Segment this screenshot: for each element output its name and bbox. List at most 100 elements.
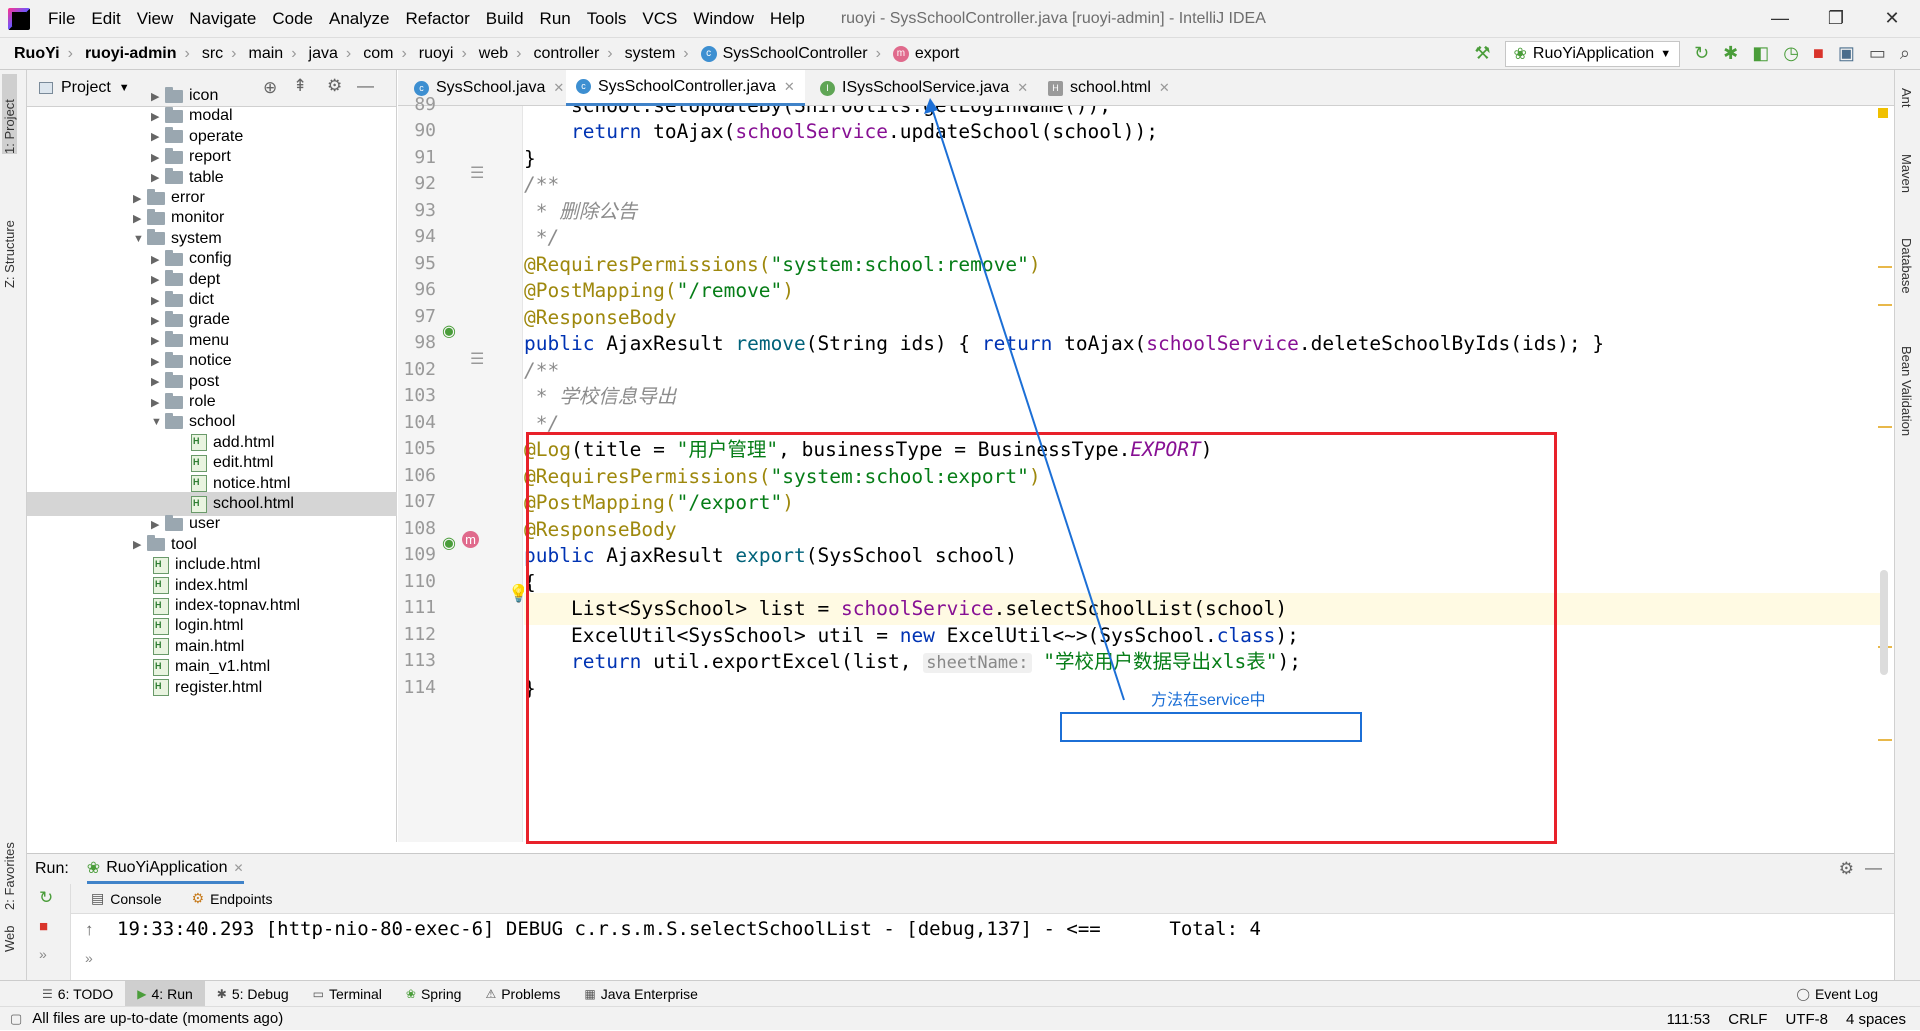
chevron-right-icon[interactable]: ▶	[151, 151, 165, 164]
breadcrumb-web[interactable]: web ›	[473, 45, 528, 63]
event-log-tool-tab[interactable]: ◯ Event Log	[1785, 981, 1891, 1007]
web-tool-tab[interactable]: Web	[2, 912, 17, 953]
inspection-status-icon[interactable]	[1878, 108, 1888, 118]
chevron-right-icon[interactable]: ▶	[133, 192, 147, 205]
run-config-tab[interactable]: ❀ RuoYiApplication ✕	[86, 854, 244, 884]
favorites-tool-tab[interactable]: 2: Favorites	[2, 800, 17, 910]
debug-bug-icon[interactable]: ✱	[1723, 43, 1738, 64]
breadcrumb-class[interactable]: c SysSchoolController ›	[695, 45, 887, 63]
debug-tool-tab[interactable]: ✱ 5: Debug	[205, 981, 301, 1007]
close-icon[interactable]: ✕	[1864, 0, 1920, 37]
bean-validation-tool-tab[interactable]: Bean Validation	[1899, 346, 1914, 436]
project-tool-tab[interactable]: 1: Project	[2, 74, 17, 154]
project-structure-icon[interactable]: ▣	[1838, 43, 1855, 64]
console-output[interactable]: 19:33:40.293 [http-nio-80-exec-6] DEBUG …	[117, 914, 1857, 948]
breadcrumb-system[interactable]: system ›	[619, 45, 695, 63]
chevron-right-icon[interactable]: ▶	[151, 375, 165, 388]
chevron-right-icon[interactable]: ▶	[151, 110, 165, 123]
chevron-right-icon[interactable]: ▶	[151, 253, 165, 266]
close-tab-icon[interactable]: ✕	[1159, 80, 1170, 96]
scroll-up-icon[interactable]: ↑	[85, 920, 94, 940]
rerun-icon[interactable]: ↻	[1694, 43, 1709, 64]
breadcrumb-ruoyi[interactable]: RuoYi ›	[0, 45, 79, 63]
problems-tool-tab[interactable]: ⚠ Problems	[473, 981, 572, 1007]
minimize-icon[interactable]: —	[1752, 0, 1808, 37]
breadcrumb-method[interactable]: m export	[887, 45, 965, 63]
terminal-tool-tab[interactable]: ▭ Terminal	[301, 981, 394, 1007]
breadcrumb-ruoyi-admin[interactable]: ruoyi-admin ›	[79, 45, 196, 63]
chevron-right-icon[interactable]: ▶	[151, 355, 165, 368]
close-tab-icon[interactable]: ✕	[553, 80, 564, 96]
chevron-right-icon[interactable]: ▶	[133, 538, 147, 551]
breadcrumb-com[interactable]: com ›	[357, 45, 413, 63]
chevron-right-icon[interactable]: ▶	[151, 90, 165, 103]
menu-build[interactable]: Build	[478, 9, 532, 29]
breadcrumb-ruoyi-pkg[interactable]: ruoyi ›	[413, 45, 473, 63]
expand-icon[interactable]: »	[39, 946, 47, 962]
profile-icon[interactable]: ◷	[1783, 43, 1799, 64]
menu-vcs[interactable]: VCS	[634, 9, 685, 29]
tab-isysschoolservice-java[interactable]: I ISysSchoolService.java ✕	[810, 70, 1038, 106]
file-encoding[interactable]: UTF-8	[1785, 1011, 1828, 1028]
run-tool-tab[interactable]: ▶ 4: Run	[125, 980, 205, 1007]
gear-icon[interactable]: ⚙	[1839, 859, 1854, 879]
spring-bean-icon[interactable]: ◉	[442, 321, 456, 341]
menu-navigate[interactable]: Navigate	[181, 9, 264, 29]
breadcrumb-src[interactable]: src ›	[196, 45, 243, 63]
breadcrumb-controller[interactable]: controller ›	[527, 45, 618, 63]
search-icon[interactable]: ⌕	[1900, 43, 1910, 64]
layout-icon[interactable]: ▭	[1869, 43, 1886, 64]
editor-scrollbar[interactable]	[1880, 570, 1888, 675]
hammer-build-icon[interactable]: ⚒	[1474, 43, 1490, 64]
ant-tool-tab[interactable]: Ant	[1899, 88, 1914, 108]
method-icon[interactable]: m	[462, 531, 479, 548]
menu-help[interactable]: Help	[762, 9, 813, 29]
fold-icon[interactable]: ☰	[470, 163, 484, 183]
stop-icon[interactable]: ■	[1813, 43, 1824, 64]
menu-edit[interactable]: Edit	[83, 9, 128, 29]
expand-icon[interactable]: »	[85, 950, 93, 966]
chevron-down-icon[interactable]: ▼	[119, 82, 130, 94]
chevron-right-icon[interactable]: ▶	[151, 314, 165, 327]
rerun-icon[interactable]: ↻	[39, 888, 53, 908]
stop-icon[interactable]: ■	[39, 918, 48, 935]
console-tab[interactable]: Console	[110, 891, 161, 907]
chevron-right-icon[interactable]: ▶	[151, 273, 165, 286]
endpoints-tab[interactable]: Endpoints	[210, 891, 272, 907]
hide-icon[interactable]: —	[1865, 858, 1882, 878]
menu-analyze[interactable]: Analyze	[321, 9, 397, 29]
menu-code[interactable]: Code	[264, 9, 321, 29]
chevron-right-icon[interactable]: ▶	[151, 130, 165, 143]
collapse-all-icon[interactable]: ⇞	[293, 76, 307, 96]
structure-tool-tab[interactable]: Z: Structure	[2, 178, 17, 288]
close-tab-icon[interactable]: ✕	[784, 79, 795, 95]
run-configuration-select[interactable]: ❀ RuoYiApplication ▼	[1504, 40, 1681, 67]
chevron-right-icon[interactable]: ▶	[133, 212, 147, 225]
todo-tool-tab[interactable]: ☰ 6: TODO	[30, 981, 125, 1007]
chevron-right-icon[interactable]: ▶	[151, 396, 165, 409]
menu-refactor[interactable]: Refactor	[397, 9, 477, 29]
tab-sysschoolcontroller-java[interactable]: c SysSchoolController.java ✕	[566, 70, 805, 106]
menu-file[interactable]: File	[40, 9, 83, 29]
status-message[interactable]: All files are up-to-date (moments ago)	[32, 1010, 283, 1027]
chevron-down-icon[interactable]: ▼	[151, 416, 165, 428]
maven-tool-tab[interactable]: Maven	[1899, 154, 1914, 193]
menu-view[interactable]: View	[129, 9, 182, 29]
chevron-right-icon[interactable]: ▶	[151, 171, 165, 184]
menu-window[interactable]: Window	[685, 9, 761, 29]
caret-position[interactable]: 111:53	[1667, 1011, 1711, 1028]
close-tab-icon[interactable]: ✕	[1017, 80, 1028, 96]
chevron-right-icon[interactable]: ▶	[151, 518, 165, 531]
menu-tools[interactable]: Tools	[579, 9, 635, 29]
tab-school-html[interactable]: Hschool.html ✕	[1038, 70, 1180, 106]
project-title[interactable]: Project	[61, 79, 111, 97]
locate-icon[interactable]: ⊕	[263, 78, 277, 98]
fold-icon[interactable]: ☰	[470, 349, 484, 369]
gear-icon[interactable]: ⚙	[327, 76, 342, 96]
spring-bean-icon[interactable]: ◉	[442, 533, 456, 553]
line-separator[interactable]: CRLF	[1728, 1011, 1767, 1028]
database-tool-tab[interactable]: Database	[1899, 238, 1914, 294]
hide-icon[interactable]: —	[357, 76, 374, 96]
coverage-icon[interactable]: ◧	[1752, 43, 1769, 64]
indent-setting[interactable]: 4 spaces	[1846, 1011, 1906, 1028]
